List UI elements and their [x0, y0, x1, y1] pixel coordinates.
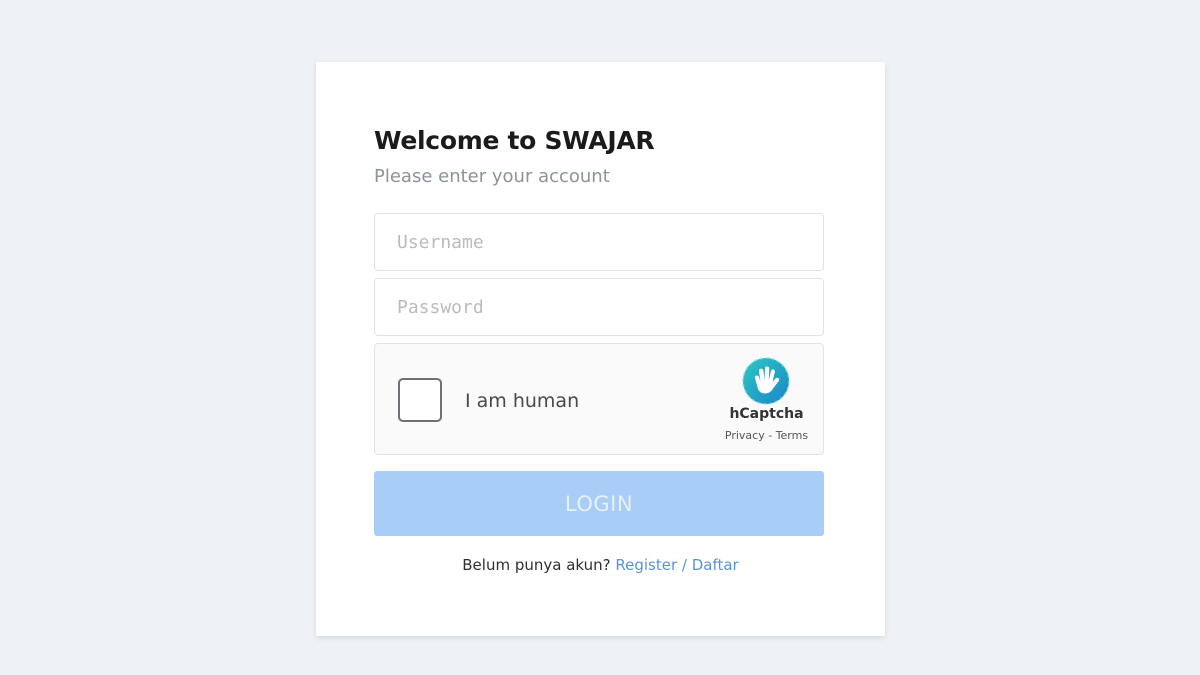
captcha-widget: I am human hCaptcha Privacy - Terms	[374, 343, 824, 455]
username-input[interactable]	[374, 213, 824, 271]
captcha-brand: hCaptcha	[729, 406, 804, 422]
captcha-links-separator: -	[764, 429, 776, 442]
page-subtitle: Please enter your account	[374, 166, 610, 187]
login-button[interactable]: LOGIN	[374, 471, 824, 536]
login-card: Welcome to SWAJAR Please enter your acco…	[316, 62, 885, 636]
captcha-links: Privacy - Terms	[715, 429, 818, 442]
register-prompt-text: Belum punya akun?	[462, 556, 616, 574]
register-link[interactable]: Register / Daftar	[615, 556, 738, 574]
captcha-label: I am human	[465, 390, 580, 412]
captcha-privacy-link[interactable]: Privacy	[725, 429, 765, 442]
captcha-terms-link[interactable]: Terms	[776, 429, 808, 442]
password-input[interactable]	[374, 278, 824, 336]
register-prompt-line: Belum punya akun? Register / Daftar	[316, 556, 885, 574]
hcaptcha-hand-icon	[742, 357, 790, 405]
page-title: Welcome to SWAJAR	[374, 126, 655, 155]
captcha-checkbox[interactable]	[398, 378, 442, 422]
